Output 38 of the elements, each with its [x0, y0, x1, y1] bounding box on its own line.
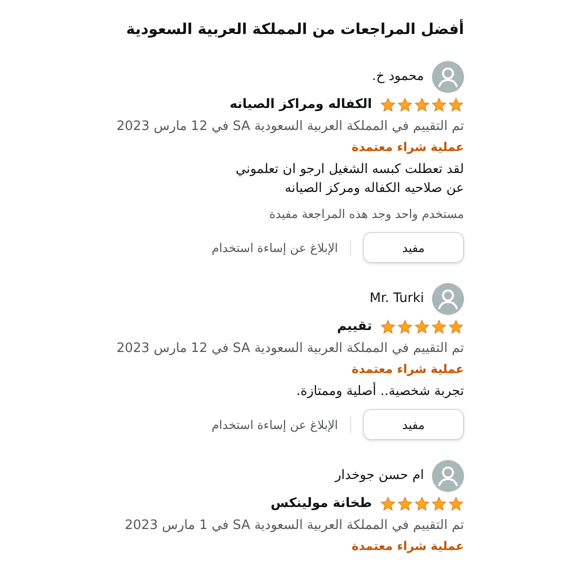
- reviewer-name: محمود خ.: [372, 68, 424, 86]
- verified-purchase-label: عملية شراء معتمدة: [350, 538, 464, 555]
- star-icon: [380, 319, 396, 335]
- star-icon: [414, 319, 430, 335]
- star-icon: [431, 97, 447, 113]
- helpful-count: مستخدم واحد وجد هذه المراجعة مفيدة: [268, 206, 464, 223]
- helpful-button[interactable]: مفيد: [363, 232, 464, 263]
- star-icon: [380, 97, 396, 113]
- star-icon: [431, 319, 447, 335]
- star-icon: [448, 97, 464, 113]
- helpful-button[interactable]: مفيد: [363, 409, 464, 440]
- avatar-icon: [432, 460, 464, 492]
- review-headline[interactable]: الكفاله ومراكز الصيانه: [230, 95, 372, 115]
- verified-purchase-label: عملية شراء معتمدة: [350, 361, 464, 378]
- avatar-icon: [432, 283, 464, 315]
- review-text: تجربة شخصية.. أصلية وممتازة.: [295, 382, 464, 401]
- star-icon: [380, 496, 396, 512]
- star-icon: [414, 496, 430, 512]
- report-abuse-link[interactable]: الإبلاغ عن إساءة استخدام: [212, 238, 338, 258]
- verified-purchase-label: عملية شراء معتمدة: [350, 139, 464, 156]
- star-icon: [397, 319, 413, 335]
- star-icon: [431, 496, 447, 512]
- review-date: تم التقييم في المملكة العربية السعودية SA في 1 مارس 2023: [124, 517, 464, 535]
- reviewer-name: Mr. Turki: [370, 290, 424, 308]
- review-headline[interactable]: طخانة مولينكس: [270, 494, 372, 514]
- review-date: تم التقييم في المملكة العربية السعودية SA في 12 مارس 2023: [115, 118, 464, 136]
- avatar-icon: [432, 61, 464, 93]
- star-icon: [397, 496, 413, 512]
- review-text: لقد تعطلت كبسه الشغيل ارجو ان تعلموني عن صلاحيه الكفاله ومركز الصيانه: [234, 161, 464, 198]
- star-icon: [448, 496, 464, 512]
- section-title: أفضل المراجعات من المملكة العربية السعودية: [125, 18, 464, 40]
- reviewer-name: ام حسن جوخدار: [335, 467, 424, 485]
- review-date: تم التقييم في المملكة العربية السعودية SA في 12 مارس 2023: [115, 340, 464, 358]
- star-icon: [397, 97, 413, 113]
- review-headline[interactable]: تقييم: [336, 317, 372, 337]
- star-icon: [414, 97, 430, 113]
- report-abuse-link[interactable]: الإبلاغ عن إساءة استخدام: [212, 414, 338, 434]
- star-icon: [448, 319, 464, 335]
